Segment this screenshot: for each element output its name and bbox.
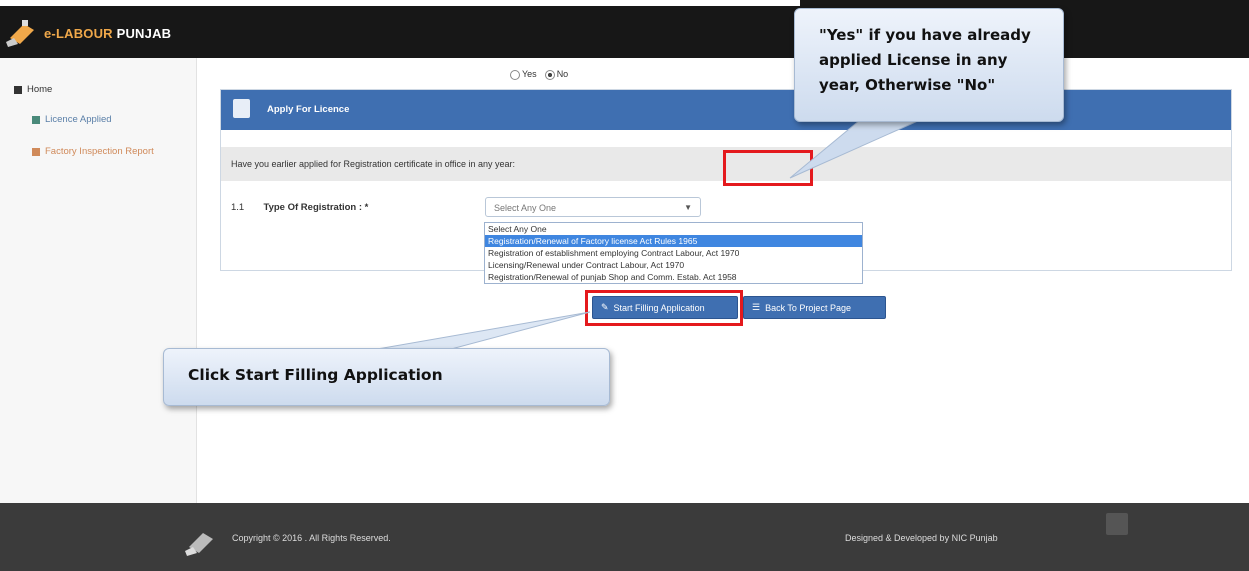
dropdown-option[interactable]: Licensing/Renewal under Contract Labour,… <box>485 259 862 271</box>
dropdown-option[interactable]: Registration/Renewal of punjab Shop and … <box>485 271 862 283</box>
list-icon: ☰ <box>752 302 761 312</box>
brand-prefix: e- <box>44 26 56 41</box>
callout-start-filling: Click Start Filling Application <box>163 348 610 406</box>
dropdown-option[interactable]: Registration of establishment employing … <box>485 247 862 259</box>
registration-type-dropdown[interactable]: Select Any One Registration/Renewal of F… <box>484 222 863 284</box>
question-text: Have you earlier applied for Registratio… <box>231 159 515 169</box>
applied-radio-group: Yes No <box>510 69 568 80</box>
panel-title: Apply For Licence <box>267 104 350 115</box>
registration-type-select[interactable]: Select Any One ▼ <box>485 197 701 217</box>
back-to-project-button[interactable]: ☰ Back To Project Page <box>743 296 886 319</box>
field-number: 1.1 <box>231 202 245 213</box>
radio-yes-circle[interactable] <box>510 69 520 80</box>
dropdown-option[interactable]: Select Any One <box>485 223 862 235</box>
brand-title[interactable]: e-LABOUR PUNJAB <box>44 26 171 41</box>
sidebar-item-label: Licence Applied <box>45 114 112 125</box>
footer-copyright: Copyright © 2016 . All Rights Reserved. <box>232 533 391 543</box>
radio-no[interactable]: No <box>544 69 569 80</box>
radio-no-circle[interactable] <box>544 69 555 80</box>
field-label: Type Of Registration : * <box>263 202 369 213</box>
radio-yes[interactable]: Yes <box>510 69 537 80</box>
dropdown-option-selected[interactable]: Registration/Renewal of Factory license … <box>485 235 862 247</box>
footer-designed-by: Designed & Developed by NIC Punjab <box>845 533 998 543</box>
radio-no-label: No <box>556 69 569 79</box>
labour-logo-icon <box>6 20 34 47</box>
sidebar-item-label: Home <box>27 84 53 95</box>
registration-type-row: 1.1 Type Of Registration : * <box>231 202 368 213</box>
highlight-radio-box <box>723 150 813 186</box>
radio-yes-label: Yes <box>522 69 537 79</box>
sidebar-item-label: Factory Inspection Report <box>45 146 154 157</box>
highlight-start-button-box <box>585 290 743 326</box>
callout-yes-no: "Yes" if you have already applied Licens… <box>794 8 1064 122</box>
list-icon <box>32 115 40 124</box>
callout-start-filling-text: Click Start Filling Application <box>188 366 443 384</box>
callout-yes-no-text: "Yes" if you have already applied Licens… <box>819 26 1031 94</box>
caret-down-icon: ▼ <box>684 203 692 212</box>
panel-header: Apply For Licence <box>221 90 1231 130</box>
footer-logo-icon <box>185 533 213 556</box>
top-strip <box>0 0 800 6</box>
brand-labour: LABOUR <box>55 26 113 41</box>
document-icon <box>233 99 250 118</box>
sidebar-item-factory-inspection[interactable]: Factory Inspection Report <box>32 146 154 157</box>
select-value: Select Any One <box>494 203 557 213</box>
sidebar-item-licence-applied[interactable]: Licence Applied <box>32 114 112 125</box>
back-to-project-label: Back To Project Page <box>765 302 851 313</box>
home-icon <box>14 85 22 94</box>
scroll-to-top-icon[interactable] <box>1106 513 1128 535</box>
report-icon <box>32 147 40 156</box>
sidebar-item-home[interactable]: Home <box>14 84 52 95</box>
brand-punjab: PUNJAB <box>116 26 172 41</box>
